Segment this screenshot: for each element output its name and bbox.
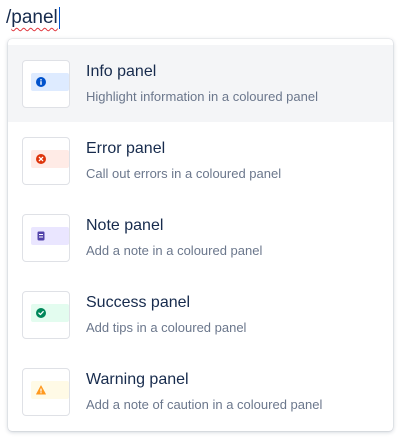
info-panel-preview [31, 72, 69, 91]
menu-item-info-panel[interactable]: Info panel Highlight information in a co… [8, 45, 393, 122]
menu-item-warning-panel[interactable]: Warning panel Add a note of caution in a… [8, 353, 393, 430]
menu-item-title: Warning panel [86, 370, 189, 388]
editor-input-line[interactable]: /panel [6, 4, 61, 32]
menu-item-success-panel[interactable]: Success panel Add tips in a coloured pan… [8, 276, 393, 353]
slash-query: panel [11, 7, 58, 28]
error-panel-preview [31, 149, 69, 168]
error-icon [36, 153, 46, 164]
slash-command-text: /panel [6, 7, 58, 29]
error-panel-texts: Error panel Call out errors in a coloure… [86, 139, 281, 183]
menu-item-description: Call out errors in a coloured panel [86, 165, 282, 181]
note-panel-preview [31, 226, 69, 245]
menu-item-error-panel[interactable]: Error panel Call out errors in a coloure… [8, 122, 393, 199]
success-panel-preview [31, 303, 69, 322]
note-panel-texts: Note panel Add a note in a coloured pane… [86, 216, 262, 260]
menu-item-title: Error panel [86, 139, 166, 157]
info-panel-texts: Info panel Highlight information in a co… [86, 62, 318, 106]
menu-item-title: Success panel [86, 293, 191, 311]
menu-item-description: Add a note of caution in a coloured pane… [86, 396, 323, 412]
menu-item-note-panel[interactable]: Note panel Add a note in a coloured pane… [8, 199, 393, 276]
menu-item-title: Info panel [86, 62, 157, 80]
warning-panel-thumbnail [22, 367, 70, 416]
note-icon [37, 231, 45, 240]
error-panel-thumbnail [22, 136, 70, 185]
info-panel-thumbnail [22, 59, 70, 108]
warning-panel-texts: Warning panel Add a note of caution in a… [86, 370, 322, 414]
warning-panel-preview [31, 380, 69, 399]
success-icon [36, 307, 46, 318]
warning-icon [36, 384, 46, 394]
menu-item-description: Highlight information in a coloured pane… [86, 88, 318, 104]
menu-item-description: Add a note in a coloured panel [86, 242, 263, 258]
success-panel-thumbnail [22, 290, 70, 339]
note-panel-thumbnail [22, 213, 70, 262]
menu-item-description: Add tips in a coloured panel [86, 319, 247, 335]
success-panel-texts: Success panel Add tips in a coloured pan… [86, 293, 246, 337]
text-caret [58, 7, 61, 29]
info-icon [36, 76, 46, 87]
menu-item-title: Note panel [86, 216, 164, 234]
slash-command-menu: Info panel Highlight information in a co… [8, 39, 393, 431]
